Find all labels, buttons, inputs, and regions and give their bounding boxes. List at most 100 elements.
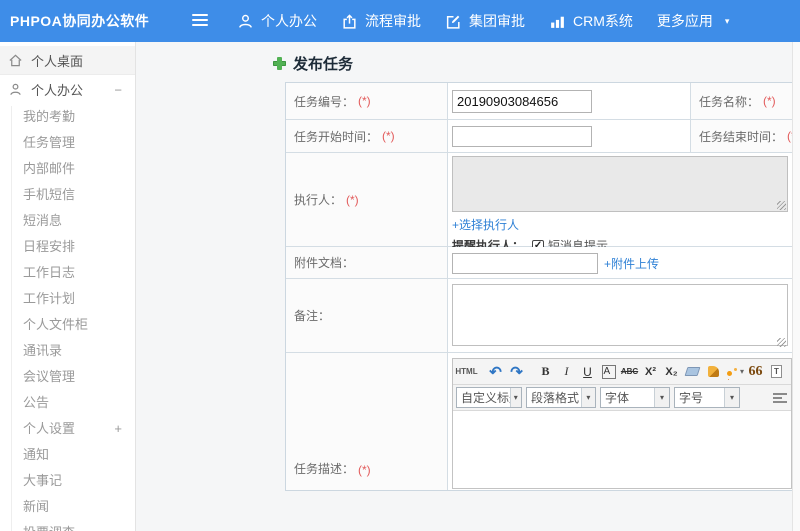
attachment-cell: +附件上传 xyxy=(448,247,792,279)
start-time-input[interactable] xyxy=(452,125,592,147)
user-icon xyxy=(8,82,23,97)
sidebar-item-personal-office[interactable]: 个人办公 − xyxy=(0,75,135,104)
sidebar-item-personal-desktop[interactable]: 个人桌面 xyxy=(0,46,135,75)
strikethrough-button[interactable]: ABC xyxy=(620,362,639,382)
task-number-input[interactable] xyxy=(452,89,592,113)
sidebar: 个人桌面 个人办公 − 我的考勤 任务管理 内部邮件 手机短信 短消息 日程安排… xyxy=(0,42,136,531)
autoformat-button[interactable]: ▾ xyxy=(725,362,744,382)
sidebar-item-file-cabinet[interactable]: 个人文件柜 xyxy=(0,312,135,338)
caret-down-icon: ▾ xyxy=(509,388,521,407)
description-cell: HTML ↶ ↷ B I U A ABC X² X₂ ▾ 66 T 自定义标 ▾… xyxy=(448,353,792,490)
sidebar-item-attendance[interactable]: 我的考勤 xyxy=(0,104,135,130)
collapse-icon[interactable]: − xyxy=(114,82,122,97)
eraser-icon xyxy=(684,367,701,376)
home-icon xyxy=(8,53,23,68)
caret-down-icon: ▾ xyxy=(580,388,595,407)
nav-more-apps[interactable]: 更多应用 ▾ xyxy=(657,11,730,31)
task-number-cell xyxy=(448,83,691,120)
sidebar-item-memorabilia[interactable]: 大事记 xyxy=(0,468,135,494)
format-brush-button[interactable] xyxy=(704,362,723,382)
app-logo: PHPOA协同办公软件 xyxy=(10,13,150,29)
sidebar-item-short-message[interactable]: 短消息 xyxy=(0,208,135,234)
eraser-button[interactable] xyxy=(683,362,702,382)
redo-button[interactable]: ↷ xyxy=(507,362,526,382)
sidebar-item-work-log[interactable]: 工作日志 xyxy=(0,260,135,286)
top-navigation: 个人办公 流程审批 集团审批 CRM系统 更多应用 ▾ xyxy=(237,0,729,42)
main-content: 发布任务 任务编号：(*) 任务名称：(*) 任务开始时间：(*) 任务结束时间… xyxy=(137,42,792,531)
end-time-label: 任务结束时间：(*) xyxy=(691,120,792,153)
nav-label: 流程审批 xyxy=(365,13,421,29)
italic-button[interactable]: I xyxy=(557,362,576,382)
font-family-select[interactable]: 字体 ▾ xyxy=(600,387,670,408)
html-source-button[interactable]: HTML xyxy=(455,362,477,382)
font-size-select[interactable]: 字号 ▾ xyxy=(674,387,740,408)
flow-approve-icon xyxy=(341,13,358,30)
sidebar-item-mobile-sms[interactable]: 手机短信 xyxy=(0,182,135,208)
bold-button[interactable]: B xyxy=(536,362,555,382)
edit-square-icon xyxy=(445,13,462,30)
caret-down-icon: ▾ xyxy=(739,367,744,376)
sidebar-item-task-management[interactable]: 任务管理 xyxy=(0,130,135,156)
resize-handle-icon[interactable] xyxy=(777,338,786,347)
start-time-label: 任务开始时间： (*) xyxy=(286,120,448,153)
sidebar-item-work-plan[interactable]: 工作计划 xyxy=(0,286,135,312)
sidebar-item-notice[interactable]: 通知 xyxy=(0,442,135,468)
sidebar-item-label: 个人桌面 xyxy=(31,53,84,69)
expand-icon[interactable]: + xyxy=(114,416,122,442)
nav-label: CRM系统 xyxy=(573,13,633,29)
attachment-upload-link[interactable]: +附件上传 xyxy=(604,255,659,272)
user-icon xyxy=(237,13,254,30)
task-name-label: 任务名称： (*) xyxy=(691,83,792,120)
remark-textarea[interactable] xyxy=(452,284,788,346)
nav-label: 更多应用 xyxy=(656,13,713,29)
sidebar-item-vote[interactable]: 投票调查 xyxy=(0,520,135,531)
executor-list-box xyxy=(452,156,788,212)
caret-down-icon: ▾ xyxy=(724,15,730,26)
attachment-input[interactable] xyxy=(452,252,598,274)
sidebar-item-contacts[interactable]: 通讯录 xyxy=(0,338,135,364)
sidebar-item-meeting-management[interactable]: 会议管理 xyxy=(0,364,135,390)
undo-button[interactable]: ↶ xyxy=(486,362,505,382)
alignment-buttons xyxy=(770,388,791,408)
task-number-label: 任务编号： (*) xyxy=(286,83,448,120)
nav-label: 集团审批 xyxy=(469,13,525,29)
caret-down-icon: ▾ xyxy=(724,388,739,407)
vertical-scrollbar[interactable] xyxy=(792,42,800,531)
nav-personal-office[interactable]: 个人办公 xyxy=(237,11,317,31)
remark-cell xyxy=(448,279,792,353)
blockquote-button[interactable]: 66 xyxy=(746,362,765,382)
autoformat-wand-icon xyxy=(727,371,732,376)
paste-button[interactable]: T xyxy=(767,362,786,382)
paste-icon: T xyxy=(771,365,782,378)
sidebar-item-news[interactable]: 新闻 xyxy=(0,494,135,520)
align-left-button[interactable] xyxy=(770,388,790,408)
page-title-text: 发布任务 xyxy=(293,56,354,73)
richtext-editor: HTML ↶ ↷ B I U A ABC X² X₂ ▾ 66 T 自定义标 ▾… xyxy=(452,358,792,489)
sidebar-item-label: 个人办公 xyxy=(31,83,84,98)
choose-executor-link[interactable]: +选择执行人 xyxy=(452,216,519,233)
sidebar-item-internal-mail[interactable]: 内部邮件 xyxy=(0,156,135,182)
nav-crm-system[interactable]: CRM系统 xyxy=(549,11,633,31)
caret-down-icon: ▾ xyxy=(654,388,669,407)
bar-chart-icon xyxy=(549,13,566,30)
paragraph-format-select[interactable]: 段落格式 ▾ xyxy=(526,387,596,408)
heading-select[interactable]: 自定义标题 ▾ xyxy=(456,387,522,408)
start-time-cell xyxy=(448,120,691,153)
underline-button[interactable]: U xyxy=(578,362,597,382)
superscript-button[interactable]: X² xyxy=(641,362,660,382)
sidebar-item-schedule[interactable]: 日程安排 xyxy=(0,234,135,260)
topbar: PHPOA协同办公软件 个人办公 流程审批 集团审批 CRM系统 更多应用 ▾ xyxy=(0,0,800,42)
executor-label: 执行人： (*) xyxy=(286,153,448,247)
font-border-button[interactable]: A xyxy=(601,364,616,379)
nav-group-approval[interactable]: 集团审批 xyxy=(445,11,525,31)
editor-content-area[interactable] xyxy=(453,411,791,488)
sidebar-item-announcement[interactable]: 公告 xyxy=(0,390,135,416)
subscript-button[interactable]: X₂ xyxy=(662,362,681,382)
nav-workflow-approval[interactable]: 流程审批 xyxy=(341,11,421,31)
attachment-label: 附件文档： xyxy=(286,247,448,279)
nav-label: 个人办公 xyxy=(261,13,317,29)
resize-handle-icon[interactable] xyxy=(777,201,786,210)
add-plus-icon xyxy=(273,57,286,70)
menu-toggle-button[interactable] xyxy=(192,14,208,28)
sidebar-item-personal-settings[interactable]: 个人设置 + xyxy=(0,416,135,442)
